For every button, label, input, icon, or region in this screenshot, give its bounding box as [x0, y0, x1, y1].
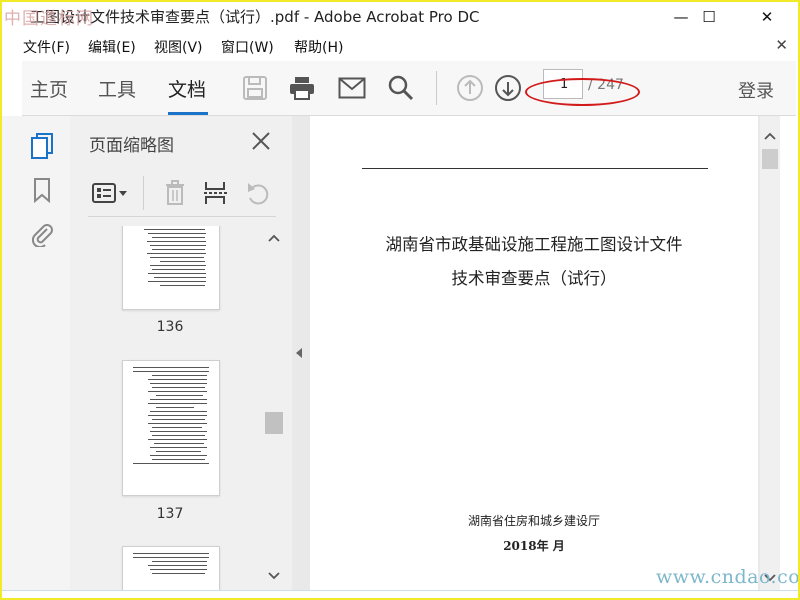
menu-file[interactable]: 文件(F) [23, 37, 70, 57]
extract-page-icon[interactable] [199, 176, 233, 210]
menu-view[interactable]: 视图(V) [154, 37, 203, 57]
collapse-panel-icon[interactable] [295, 347, 303, 362]
window-title: 工图设计文件技术审查要点（试行）.pdf - Adobe Acrobat Pro… [30, 8, 480, 26]
document-page: 湖南省市政基础设施工程施工图设计文件 技术审查要点（试行） 湖南省住房和城乡建设… [310, 116, 758, 590]
thumbnail-panel: 页面缩略图 136 137 [70, 116, 292, 590]
print-icon[interactable] [287, 73, 317, 103]
tab-home[interactable]: 主页 [30, 75, 68, 102]
watermark-top-left: 中国道标网 [4, 9, 94, 29]
thumbnail-label-137: 137 [156, 506, 184, 522]
search-icon[interactable] [386, 73, 416, 103]
thumbnail-list[interactable]: 136 137 [70, 226, 265, 590]
menu-window[interactable]: 窗口(W) [221, 37, 274, 57]
page-thumbnails-icon[interactable] [28, 132, 56, 160]
rotate-page-icon[interactable] [241, 176, 275, 210]
close-document-button[interactable]: ✕ [775, 36, 788, 54]
page-down-icon[interactable] [493, 73, 523, 103]
page-number-annotation-oval [525, 78, 640, 106]
email-icon[interactable] [337, 73, 367, 103]
menu-edit[interactable]: 编辑(E) [88, 37, 136, 57]
document-title-line-1: 湖南省市政基础设施工程施工图设计文件 [385, 235, 683, 254]
navigation-rail [2, 116, 71, 590]
document-scrollbar[interactable] [760, 116, 780, 590]
document-date: 2018年 月 [503, 539, 565, 553]
tab-tools[interactable]: 工具 [98, 75, 136, 102]
maximize-button[interactable]: ☐ [686, 2, 732, 31]
menu-help[interactable]: 帮助(H) [294, 37, 343, 57]
doc-scroll-up-icon[interactable] [764, 132, 776, 143]
thumbnail-scroll-thumb[interactable] [265, 412, 283, 434]
bookmark-icon[interactable] [28, 176, 56, 204]
tab-document[interactable]: 文档 [168, 75, 206, 102]
document-scroll-thumb[interactable] [762, 149, 778, 169]
delete-page-icon[interactable] [158, 176, 192, 210]
thumbnail-label-136: 136 [156, 319, 184, 335]
thumb-scroll-up-icon[interactable] [268, 234, 280, 245]
thumbnail-page-138[interactable] [122, 546, 220, 590]
thumbnail-page-136[interactable] [122, 226, 220, 310]
thumbnail-page-137[interactable] [122, 360, 220, 496]
document-issuer: 湖南省住房和城乡建设厅 [467, 514, 600, 528]
menu-bar: 文件(F) 编辑(E) 视图(V) 窗口(W) 帮助(H) ✕ [2, 33, 798, 59]
main-toolbar: 主页 工具 文档 1 / 247 登录 [22, 61, 796, 116]
attachment-icon[interactable] [28, 220, 56, 248]
thumbnail-toolbar-separator [143, 176, 144, 210]
window-bottom-edge [2, 590, 798, 597]
active-tab-indicator [168, 112, 208, 115]
toolbar-separator [436, 71, 437, 105]
title-bar[interactable]: 工图设计文件技术审查要点（试行）.pdf - Adobe Acrobat Pro… [2, 2, 798, 31]
page-up-icon[interactable] [455, 73, 485, 103]
watermark-bottom-right: www.cndao.com [656, 566, 800, 588]
close-window-button[interactable]: ✕ [744, 2, 790, 31]
panel-title: 页面缩略图 [89, 136, 174, 156]
close-panel-icon[interactable] [246, 126, 276, 156]
thumbnail-options-icon[interactable] [90, 176, 130, 210]
save-icon[interactable] [240, 73, 270, 103]
document-title-line-2: 技术审查要点（试行） [451, 269, 617, 288]
thumb-scroll-down-icon[interactable] [268, 572, 280, 583]
login-button[interactable]: 登录 [738, 77, 774, 103]
thumbnail-toolbar [88, 176, 276, 217]
page-header-rule [362, 168, 708, 169]
